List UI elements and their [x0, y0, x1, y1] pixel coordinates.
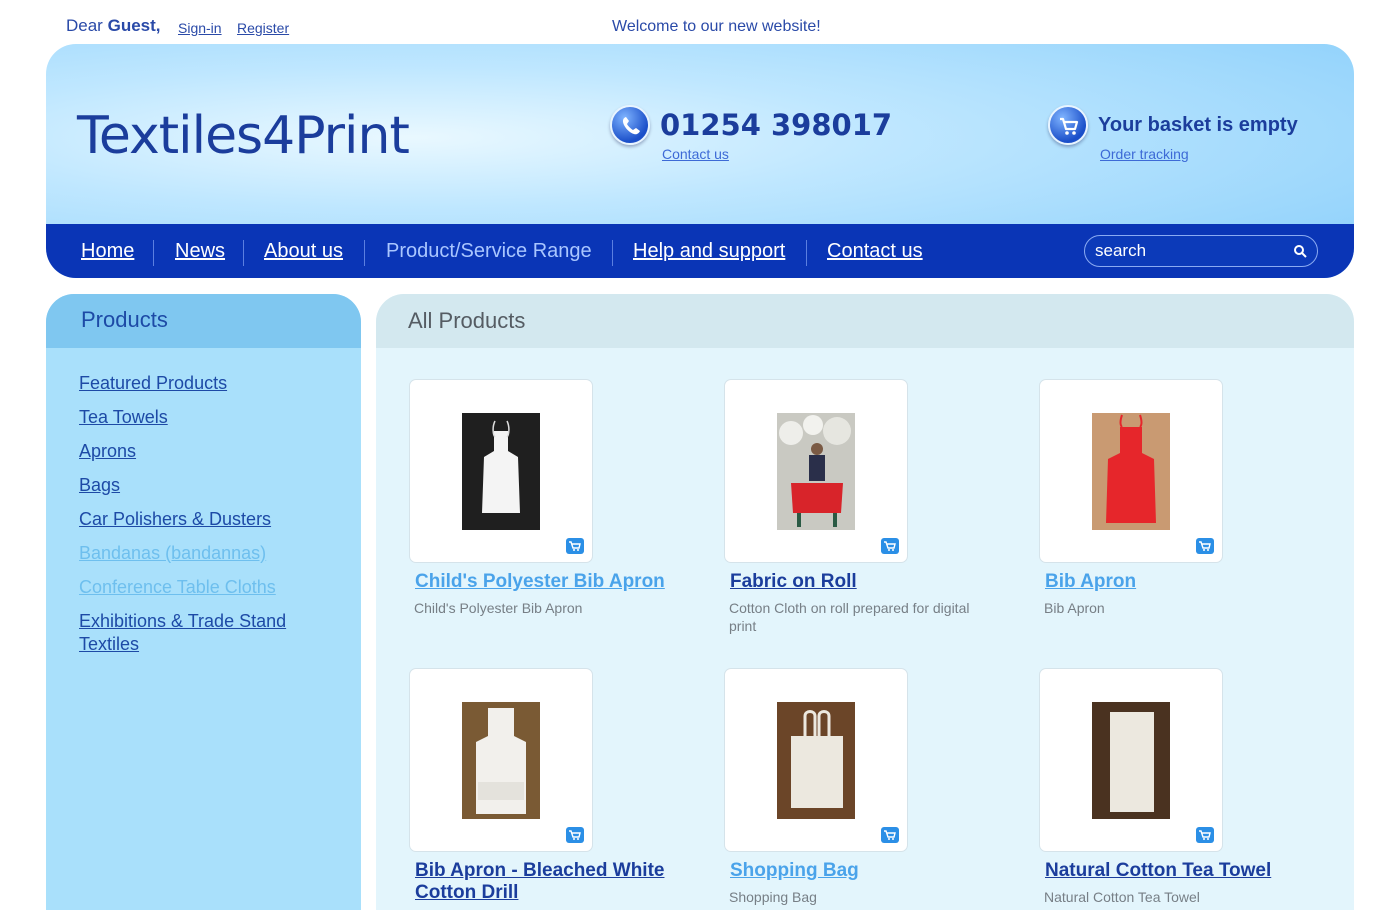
product-title[interactable]: Bib Apron - Bleached White Cotton Drill [415, 860, 695, 904]
add-to-cart-icon[interactable] [566, 538, 584, 554]
product-image [1092, 702, 1170, 819]
nav-divider [153, 240, 154, 266]
product-thumbnail[interactable] [724, 379, 908, 563]
add-to-cart-icon[interactable] [1196, 827, 1214, 843]
order-tracking-link[interactable]: Order tracking [1100, 146, 1189, 162]
product-image [462, 413, 540, 530]
nav-contact-us[interactable]: Contact us [827, 240, 923, 263]
site-logo[interactable]: Textiles4Print [77, 106, 410, 166]
phone-number: 01254 398017 [660, 108, 893, 142]
category-item: Bags [79, 474, 319, 497]
category-item: Conference Table Cloths [79, 576, 319, 599]
product-description: Cotton Cloth on roll prepared for digita… [729, 600, 970, 634]
category-bags[interactable]: Bags [79, 475, 120, 495]
register-link[interactable]: Register [237, 20, 289, 36]
nav-divider [364, 240, 365, 266]
product-title[interactable]: Fabric on Roll [730, 571, 1010, 593]
product-thumbnail[interactable] [724, 668, 908, 852]
nav-help-and-support[interactable]: Help and support [633, 240, 785, 263]
header-contact-link[interactable]: Contact us [662, 146, 729, 162]
main-content: All Products Child's Polyester Bib Apron… [376, 294, 1354, 910]
category-item: Car Polishers & Dusters [79, 508, 319, 531]
product-title[interactable]: Child's Polyester Bib Apron [415, 571, 695, 593]
product-image [1092, 413, 1170, 530]
product-image [462, 702, 540, 819]
welcome-message: Welcome to our new website! [612, 18, 821, 35]
search-icon[interactable] [1293, 244, 1307, 263]
category-aprons[interactable]: Aprons [79, 441, 136, 461]
category-list: Featured Products Tea Towels Aprons Bags… [46, 348, 361, 656]
product-description: Natural Cotton Tea Towel [1044, 889, 1200, 905]
nav-about-us[interactable]: About us [264, 240, 343, 263]
product-category-sidebar: Products Featured Products Tea Towels Ap… [46, 294, 361, 910]
product-title[interactable]: Natural Cotton Tea Towel [1045, 860, 1325, 882]
add-to-cart-icon[interactable] [1196, 538, 1214, 554]
greeting-name: Guest, [107, 16, 161, 35]
product-image [777, 413, 855, 530]
site-header: Textiles4Print 01254 398017 Contact us Y… [46, 44, 1354, 278]
nav-divider [243, 240, 244, 266]
main-nav: Home News About us Product/Service Range… [46, 224, 1354, 278]
category-tea-towels[interactable]: Tea Towels [79, 407, 168, 427]
product-thumbnail[interactable] [1039, 379, 1223, 563]
basket-status[interactable]: Your basket is empty [1098, 114, 1298, 137]
product-description: Bib Apron [1044, 600, 1105, 616]
product-description: Shopping Bag [729, 889, 817, 905]
top-bar: Dear Guest, Sign-in Register Welcome to … [66, 16, 1346, 40]
nav-divider [806, 240, 807, 266]
add-to-cart-icon[interactable] [881, 827, 899, 843]
category-item: Aprons [79, 440, 319, 463]
greeting: Dear Guest, [66, 16, 161, 36]
product-thumbnail[interactable] [409, 668, 593, 852]
phone-icon [610, 105, 650, 145]
greeting-prefix: Dear [66, 16, 103, 35]
product-title[interactable]: Bib Apron [1045, 571, 1325, 593]
product-thumbnail[interactable] [409, 379, 593, 563]
basket-icon[interactable] [1048, 105, 1088, 145]
category-bandanas[interactable]: Bandanas (bandannas) [79, 543, 266, 563]
product-title[interactable]: Shopping Bag [730, 860, 1010, 882]
nav-news[interactable]: News [175, 240, 225, 263]
category-exhibitions-textiles[interactable]: Exhibitions & Trade Stand Textiles [79, 611, 286, 654]
category-conference-table-cloths[interactable]: Conference Table Cloths [79, 577, 276, 597]
category-item: Featured Products [79, 372, 319, 395]
nav-product-service-range[interactable]: Product/Service Range [386, 240, 592, 263]
nav-home[interactable]: Home [81, 240, 134, 263]
add-to-cart-icon[interactable] [566, 827, 584, 843]
search-box [1084, 235, 1318, 267]
product-thumbnail[interactable] [1039, 668, 1223, 852]
category-item: Bandanas (bandannas) [79, 542, 319, 565]
category-item: Tea Towels [79, 406, 319, 429]
product-description: Child's Polyester Bib Apron [414, 600, 583, 616]
sidebar-title: Products [46, 294, 361, 348]
product-image [777, 702, 855, 819]
search-input[interactable] [1095, 241, 1285, 261]
category-car-polishers[interactable]: Car Polishers & Dusters [79, 509, 271, 529]
add-to-cart-icon[interactable] [881, 538, 899, 554]
sign-in-link[interactable]: Sign-in [178, 20, 222, 36]
category-item: Exhibitions & Trade Stand Textiles [79, 610, 319, 656]
nav-divider [612, 240, 613, 266]
category-featured-products[interactable]: Featured Products [79, 373, 227, 393]
page-title: All Products [376, 294, 1354, 348]
